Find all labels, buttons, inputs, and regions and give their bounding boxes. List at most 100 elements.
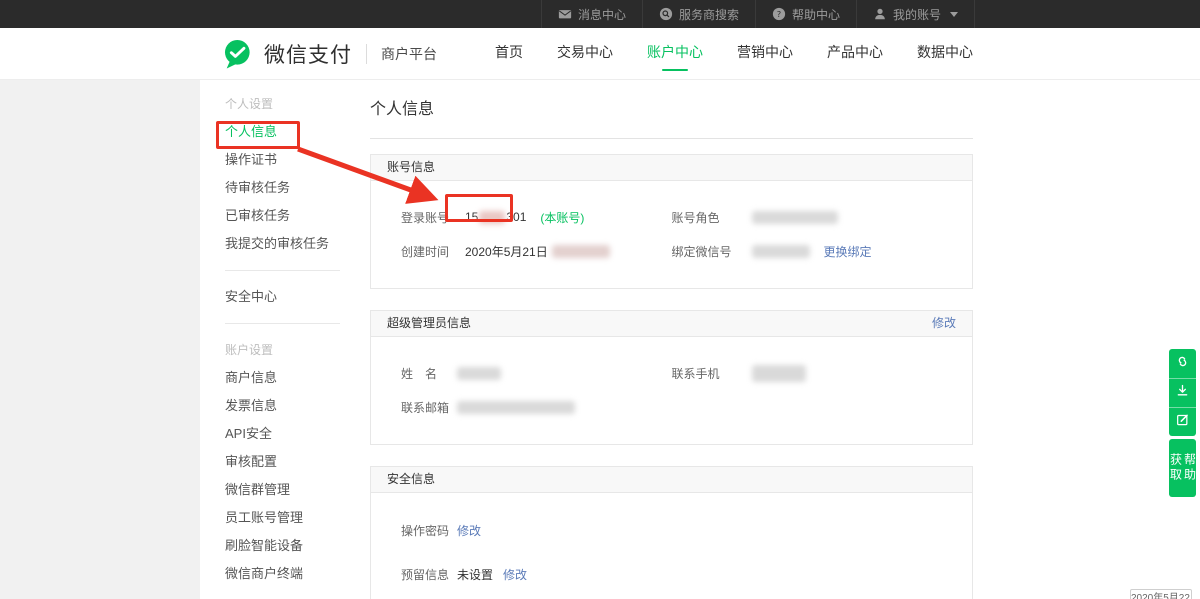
admin-modify-link[interactable]: 修改 xyxy=(932,311,956,336)
admin-phone-label: 联系手机 xyxy=(672,365,752,382)
wechat-pay-logo xyxy=(222,38,256,70)
reserved-info-value: 未设置 xyxy=(457,566,493,583)
page-left-gutter xyxy=(0,80,200,599)
operation-password-label: 操作密码 xyxy=(401,522,457,539)
mail-icon xyxy=(558,7,572,21)
topbar-item-my-account[interactable]: 我的账号 xyxy=(856,0,975,28)
security-info-card-header: 安全信息 xyxy=(371,467,972,493)
created-time-value: 2020年5月21日 xyxy=(465,243,548,260)
sidebar-item-security-center[interactable]: 安全中心 xyxy=(225,283,345,311)
card-title: 安全信息 xyxy=(387,467,435,492)
admin-name-field: 姓 名 xyxy=(401,365,672,382)
feedback-button[interactable] xyxy=(1169,407,1196,436)
bound-wechat-field: 绑定微信号 更换绑定 xyxy=(672,243,943,260)
sidebar-divider xyxy=(225,270,340,271)
login-account-field: 登录账号 15 301 (本账号) xyxy=(401,204,672,230)
reserved-info-row: 预留信息 未设置 修改 xyxy=(401,556,942,592)
topbar-item-help[interactable]: ? 帮助中心 xyxy=(755,0,856,28)
sidebar-item-review-config[interactable]: 审核配置 xyxy=(225,448,345,476)
edit-icon xyxy=(1175,412,1190,432)
header: 微信支付 商户平台 首页 交易中心 账户中心 营销中心 产品中心 数据中心 xyxy=(0,28,1200,80)
login-account-value: 15 301 xyxy=(457,204,534,230)
search-icon xyxy=(659,7,673,21)
get-help-button[interactable]: 获取帮助 xyxy=(1169,439,1196,497)
sidebar-item-personal-info[interactable]: 个人信息 xyxy=(225,118,345,146)
nav-item-products[interactable]: 产品中心 xyxy=(827,42,883,71)
bound-wechat-label: 绑定微信号 xyxy=(672,243,752,260)
created-time-field: 创建时间 2020年5月21日 xyxy=(401,243,672,260)
user-icon xyxy=(873,7,887,21)
admin-email-field: 联系邮箱 xyxy=(401,399,672,416)
card-title: 超级管理员信息 xyxy=(387,311,471,336)
sidebar: 个人设置 个人信息 操作证书 待审核任务 已审核任务 我提交的审核任务 安全中心… xyxy=(200,80,345,599)
floating-button-group xyxy=(1169,349,1196,436)
topbar: 消息中心 服务商搜索 ? 帮助中心 我的账号 xyxy=(0,0,1200,28)
redacted-account-role xyxy=(752,211,838,224)
super-admin-card-header: 超级管理员信息 修改 xyxy=(371,311,972,337)
reserved-modify-link[interactable]: 修改 xyxy=(503,566,527,583)
title-rule xyxy=(370,138,973,139)
topbar-item-sp-search[interactable]: 服务商搜索 xyxy=(642,0,755,28)
account-role-label: 账号角色 xyxy=(672,209,752,226)
operation-password-row: 操作密码 修改 xyxy=(401,512,942,548)
brand-name: 微信支付 xyxy=(264,39,352,69)
sidebar-item-my-submitted-tasks[interactable]: 我提交的审核任务 xyxy=(225,230,345,258)
nav-item-home[interactable]: 首页 xyxy=(495,42,523,71)
brand-divider xyxy=(366,44,367,64)
sidebar-item-merchant-terminal[interactable]: 微信商户终端 xyxy=(225,560,345,588)
download-button[interactable] xyxy=(1169,378,1196,407)
redacted-created-time xyxy=(552,245,610,258)
admin-phone-field: 联系手机 xyxy=(672,365,943,382)
sidebar-item-face-devices[interactable]: 刷脸智能设备 xyxy=(225,532,345,560)
security-info-card: 安全信息 操作密码 修改 预留信息 未设置 修改 预留信息是由你自己设置的一段文… xyxy=(370,466,973,599)
admin-email-label: 联系邮箱 xyxy=(401,399,457,416)
redacted-admin-phone xyxy=(752,365,806,382)
main-content: 个人信息 账号信息 登录账号 15 301 (本账号) 账号角色 xyxy=(370,80,973,599)
admin-name-label: 姓 名 xyxy=(401,365,457,382)
redacted-admin-name xyxy=(457,367,501,380)
current-account-tag: (本账号) xyxy=(540,209,584,226)
sidebar-item-pending-review-tasks[interactable]: 待审核任务 xyxy=(225,174,345,202)
security-info-card-body: 操作密码 修改 预留信息 未设置 修改 预留信息是由你自己设置的一段文字，用来鉴… xyxy=(371,493,972,599)
sidebar-section-account-settings: 账户设置 xyxy=(225,336,345,364)
link-icon xyxy=(1175,354,1190,374)
nav-item-account-center[interactable]: 账户中心 xyxy=(647,42,703,71)
created-time-label: 创建时间 xyxy=(401,243,457,260)
page-title: 个人信息 xyxy=(370,95,973,119)
super-admin-card-body: 姓 名 联系手机 联系邮箱 xyxy=(371,337,972,444)
topbar-item-messages[interactable]: 消息中心 xyxy=(541,0,642,28)
sidebar-item-wechat-group-mgmt[interactable]: 微信群管理 xyxy=(225,476,345,504)
nav-item-data-center[interactable]: 数据中心 xyxy=(917,42,973,71)
nav-item-marketing[interactable]: 营销中心 xyxy=(737,42,793,71)
change-binding-link[interactable]: 更换绑定 xyxy=(824,243,872,260)
sidebar-item-invoice-info[interactable]: 发票信息 xyxy=(225,392,345,420)
sidebar-item-staff-account-mgmt[interactable]: 员工账号管理 xyxy=(225,504,345,532)
sidebar-item-api-security[interactable]: API安全 xyxy=(225,420,345,448)
redacted-login-digits xyxy=(479,211,505,224)
nav-item-transactions[interactable]: 交易中心 xyxy=(557,42,613,71)
account-info-card-header: 账号信息 xyxy=(371,155,972,181)
login-account-label: 登录账号 xyxy=(401,209,457,226)
password-modify-link[interactable]: 修改 xyxy=(457,522,481,539)
floating-help-widget: 获取帮助 xyxy=(1169,349,1196,497)
active-tab-underline xyxy=(662,69,688,71)
account-info-card: 账号信息 登录账号 15 301 (本账号) 账号角色 xyxy=(370,154,973,289)
sidebar-item-merchant-info[interactable]: 商户信息 xyxy=(225,364,345,392)
help-icon: ? xyxy=(772,7,786,21)
svg-text:?: ? xyxy=(777,9,781,19)
date-popup: 2020年5月22日 xyxy=(1130,589,1192,599)
reserved-info-label: 预留信息 xyxy=(401,566,457,583)
account-info-card-body: 登录账号 15 301 (本账号) 账号角色 创建时间 2020年5月21日 xyxy=(371,181,972,288)
brand-subtitle: 商户平台 xyxy=(381,44,437,64)
sidebar-section-personal-settings: 个人设置 xyxy=(225,90,345,118)
quick-link-button[interactable] xyxy=(1169,349,1196,378)
sidebar-item-operation-certificate[interactable]: 操作证书 xyxy=(225,146,345,174)
sidebar-divider xyxy=(225,323,340,324)
topbar-item-label: 服务商搜索 xyxy=(679,6,739,23)
account-role-field: 账号角色 xyxy=(672,209,943,226)
topbar-item-label: 消息中心 xyxy=(578,6,626,23)
sidebar-item-reviewed-tasks[interactable]: 已审核任务 xyxy=(225,202,345,230)
redacted-wechat-id xyxy=(752,245,810,258)
chevron-down-icon xyxy=(950,12,958,17)
card-title: 账号信息 xyxy=(387,155,435,180)
